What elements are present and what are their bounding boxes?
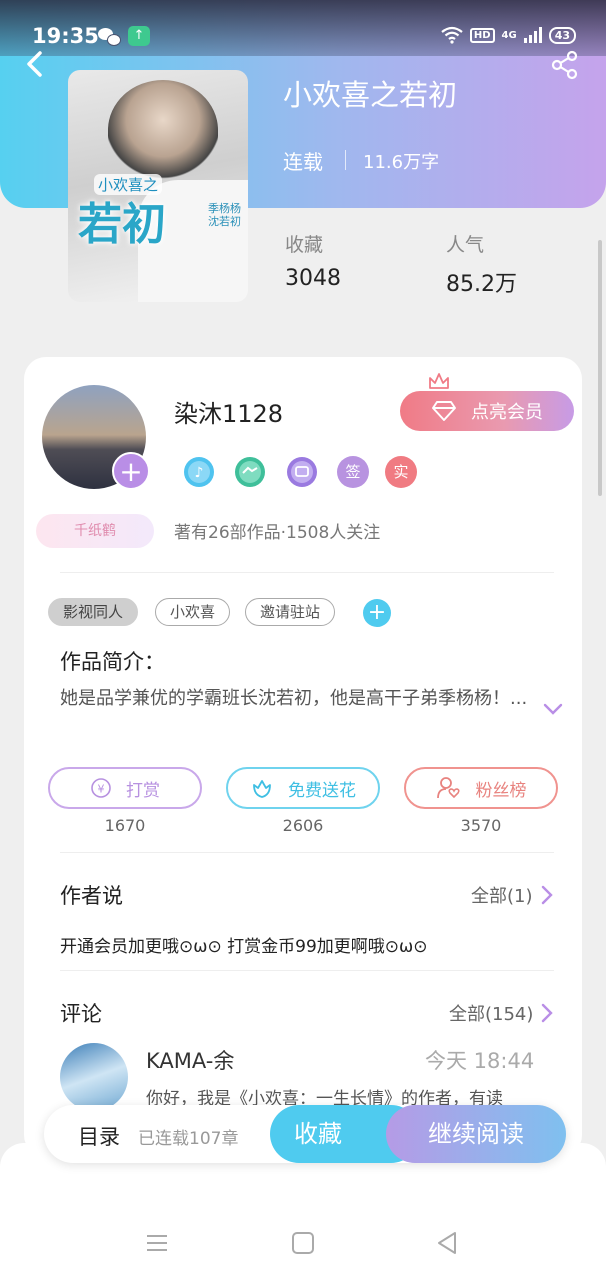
signal-icon: [523, 27, 542, 43]
status-divider: [345, 150, 346, 170]
status-time: 19:35: [32, 24, 99, 48]
status-left-icons: ↑: [98, 26, 150, 46]
divider: [60, 970, 554, 971]
divider: [60, 852, 554, 853]
intro-text: 她是品学兼优的学霸班长沈若初，他是高干子弟季杨杨！...: [60, 688, 528, 709]
scrollbar[interactable]: [598, 240, 602, 496]
vip-button-label: 点亮会员: [471, 402, 543, 423]
favorites-label: 收藏: [285, 234, 324, 256]
chevron-down-icon[interactable]: [543, 702, 563, 716]
reward-count: 1670: [104, 816, 146, 835]
divider: [60, 572, 554, 573]
reward-button[interactable]: ¥ 打赏: [48, 767, 202, 809]
svg-text:¥: ¥: [98, 783, 105, 796]
author-says-more-label: 全部(1): [471, 886, 533, 907]
diamond-icon: [432, 401, 456, 421]
author-says-text: 开通会员加更哦⊙ω⊙ 打赏金币99加更啊哦⊙ω⊙: [60, 937, 428, 957]
music-medal-icon[interactable]: ♪: [183, 456, 215, 488]
chevron-right-icon: [542, 1003, 554, 1023]
back-arrow-icon[interactable]: [22, 50, 48, 78]
fans-rank-button[interactable]: 粉丝榜: [404, 767, 558, 809]
comments-more-label: 全部(154): [449, 1004, 534, 1025]
comment-username[interactable]: KAMA-余: [146, 1045, 234, 1075]
wifi-icon: [441, 26, 463, 44]
wechat-icon: [98, 27, 121, 46]
popularity-value: 85.2万: [446, 272, 517, 297]
fan-heart-icon: [436, 777, 460, 799]
nav-back-icon[interactable]: [436, 1231, 458, 1255]
reward-label: 打赏: [126, 780, 160, 801]
app-update-icon: ↑: [128, 26, 150, 46]
chapter-count: 已连载107章: [138, 1129, 239, 1149]
tag-invite-resident[interactable]: 邀请驻站: [245, 598, 336, 626]
cover-portrait: [108, 80, 218, 180]
chevron-right-icon: [541, 885, 553, 905]
tag-film-fanfic[interactable]: 影视同人: [48, 598, 139, 626]
send-flower-label: 免费送花: [288, 780, 356, 801]
tag-xiaohuanxi[interactable]: 小欢喜: [155, 598, 231, 626]
svg-text:♪: ♪: [195, 465, 204, 481]
fans-rank-label: 粉丝榜: [475, 780, 527, 801]
comments-more-link[interactable]: 全部(154): [449, 1000, 554, 1026]
crown-icon: [429, 373, 449, 389]
handshake-medal-icon[interactable]: [234, 456, 266, 488]
intro-heading: 作品简介：: [60, 650, 165, 674]
author-says-heading: 作者说: [60, 884, 123, 908]
flower-icon: [253, 780, 271, 798]
status-right-icons: HD 4G 43: [441, 26, 576, 44]
book-word-count: 11.6万字: [363, 152, 440, 173]
send-flower-button[interactable]: 免费送花: [226, 767, 380, 809]
hd-icon: HD: [469, 27, 495, 43]
continue-reading-button[interactable]: 继续阅读: [386, 1105, 566, 1163]
comment-time: 今天 18:44: [425, 1049, 535, 1073]
chat-medal-icon[interactable]: [286, 456, 318, 488]
favorites-value: 3048: [285, 266, 341, 291]
author-name[interactable]: 染沐1128: [174, 394, 283, 429]
fans-count: 3570: [460, 816, 502, 835]
share-icon[interactable]: [550, 50, 580, 80]
cover-side-text: 季杨杨 沈若初: [208, 202, 241, 228]
author-says-more-link[interactable]: 全部(1): [471, 882, 553, 908]
menu-icon[interactable]: [146, 1234, 168, 1252]
realname-badge[interactable]: 实: [385, 456, 417, 488]
book-cover[interactable]: 小欢喜之 若初 季杨杨 沈若初: [68, 70, 248, 302]
comment-avatar[interactable]: [60, 1043, 128, 1111]
vip-button[interactable]: 点亮会员: [400, 391, 574, 431]
book-status: 连载: [283, 150, 323, 174]
cover-title-text: 若初: [78, 199, 166, 250]
toc-button[interactable]: 目录: [78, 1121, 120, 1151]
flower-count: 2606: [282, 816, 324, 835]
battery-icon: 43: [548, 26, 576, 44]
status-bar: 19:35 ↑ HD 4G 43: [0, 0, 606, 56]
add-tag-icon[interactable]: +: [363, 599, 391, 627]
crane-tag[interactable]: 千纸鹤: [36, 514, 154, 548]
yen-icon: ¥: [91, 778, 111, 798]
book-title: 小欢喜之若初: [283, 78, 458, 112]
follow-plus-icon[interactable]: +: [112, 452, 150, 490]
author-meta: 著有26部作品·1508人关注: [174, 523, 381, 543]
sign-badge[interactable]: 签: [337, 456, 369, 488]
popularity-label: 人气: [446, 234, 485, 256]
network-type: 4G: [501, 29, 517, 41]
comments-heading: 评论: [60, 1002, 102, 1026]
home-icon[interactable]: [292, 1232, 314, 1254]
